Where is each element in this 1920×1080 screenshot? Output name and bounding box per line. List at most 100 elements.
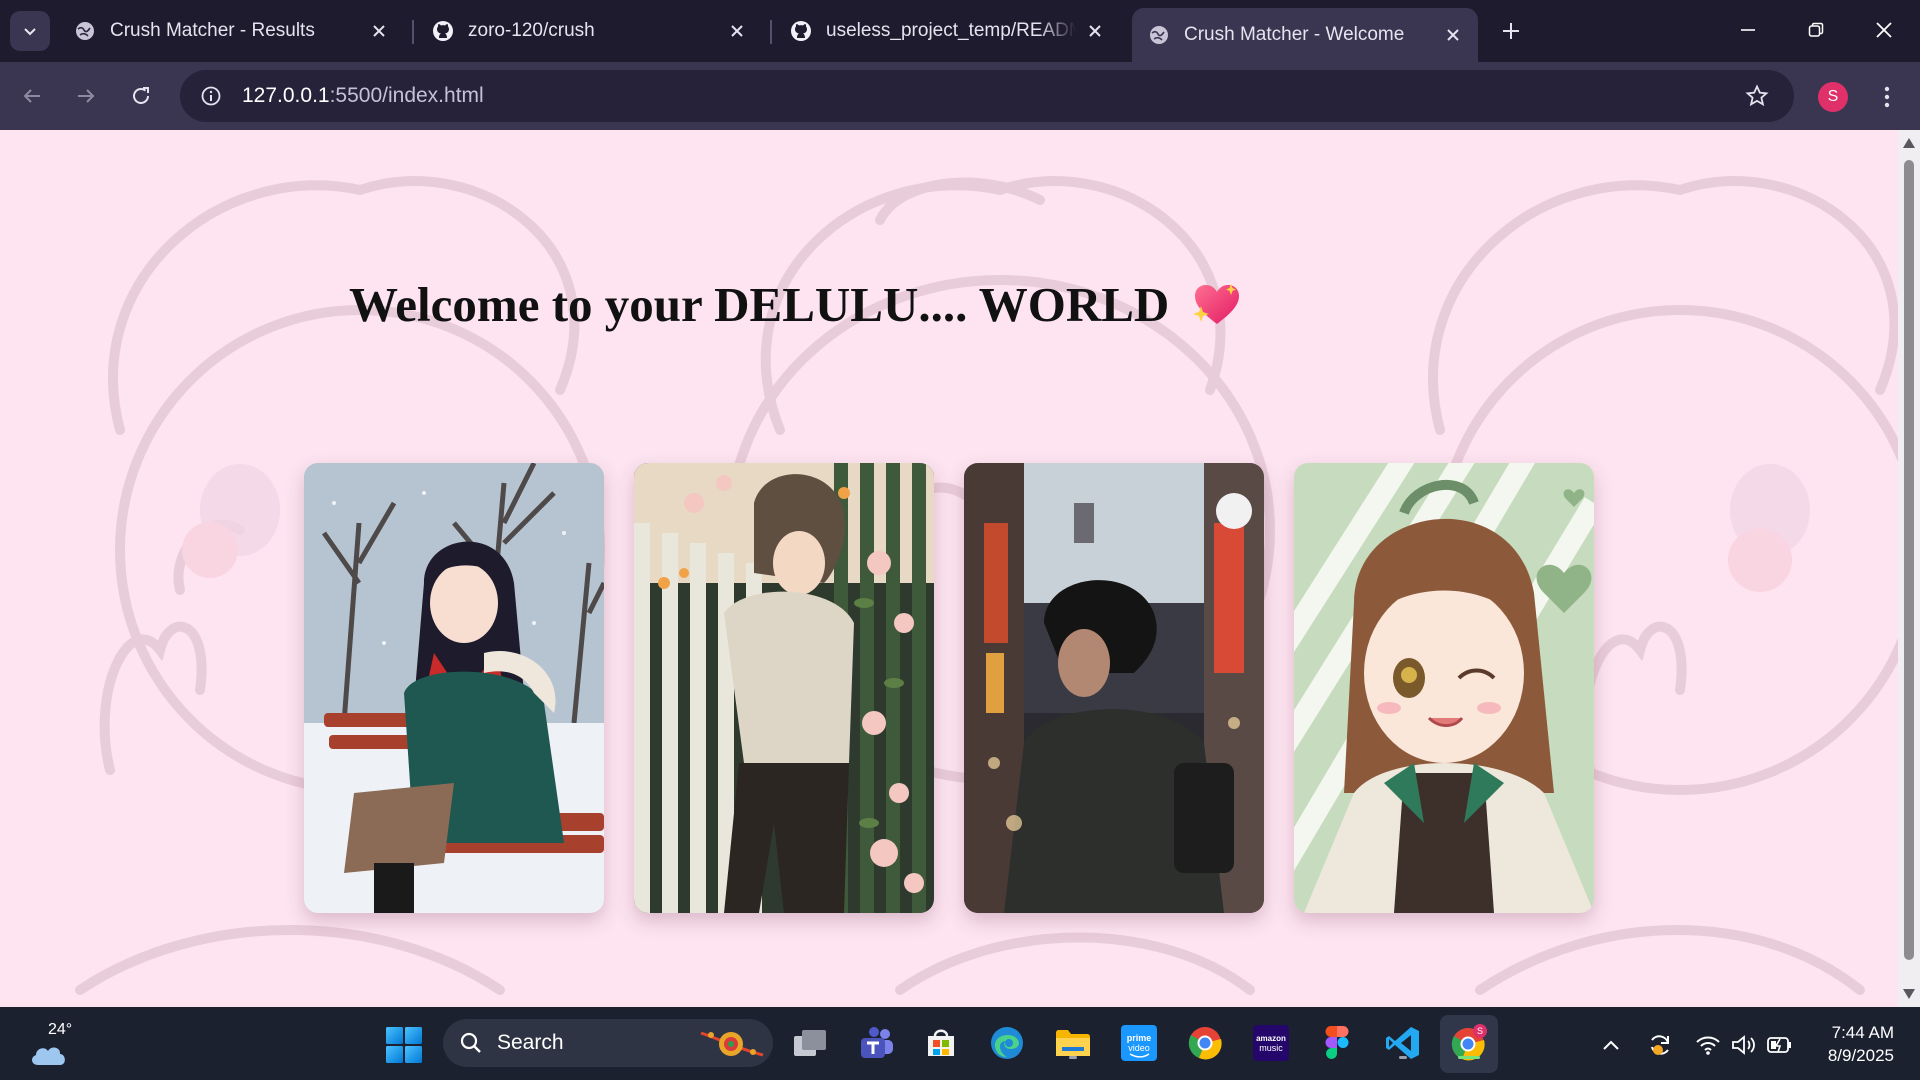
rakhi-doodle-icon (700, 1031, 764, 1057)
sparkling-heart-icon (1191, 282, 1243, 328)
character-card-city-boy[interactable] (964, 463, 1264, 913)
tab-title: useless_project_temp/README. (826, 20, 1076, 41)
bookmark-star-icon[interactable] (1740, 79, 1774, 113)
character-card-winking-girl[interactable] (1294, 463, 1594, 913)
minimize-button[interactable] (1714, 0, 1782, 60)
sync-icon (1651, 1035, 1669, 1055)
restore-icon (1808, 22, 1824, 37)
edge-icon (991, 1027, 1023, 1059)
anime-boy-flower-fence-image (634, 463, 934, 913)
taskbar-file-explorer[interactable] (1053, 1023, 1093, 1063)
tray-sync[interactable] (1646, 1031, 1674, 1059)
running-indicator (1069, 1056, 1077, 1059)
taskbar-task-view[interactable] (790, 1023, 830, 1063)
anime-boy-city-street-image (964, 463, 1264, 913)
task-view-icon (794, 1030, 826, 1056)
svg-text:music: music (1259, 1043, 1283, 1053)
start-button[interactable] (386, 1027, 422, 1068)
taskbar-prime-video[interactable]: prime video (1119, 1023, 1159, 1063)
taskbar-amazon-music[interactable]: amazon music (1251, 1023, 1291, 1063)
profile-avatar[interactable]: S (1818, 82, 1848, 112)
weather-widget[interactable]: 24° (26, 1021, 86, 1069)
welcome-heading: Welcome to your DELULU.... WORLD (349, 276, 1243, 333)
plus-icon (1503, 23, 1519, 39)
search-label: Search (497, 1031, 564, 1054)
tray-volume[interactable] (1730, 1031, 1758, 1059)
reload-button[interactable] (121, 76, 161, 116)
close-icon[interactable] (1084, 20, 1106, 42)
chevron-down-icon (24, 28, 36, 36)
site-info-icon[interactable] (194, 79, 228, 113)
active-indicator (1458, 1056, 1480, 1059)
tab-crush-matcher-welcome[interactable]: Crush Matcher - Welcome (1132, 8, 1478, 62)
character-card-winter-girl[interactable] (304, 463, 604, 913)
tab-crush-matcher-results[interactable]: Crush Matcher - Results (58, 8, 404, 54)
browser-menu-button[interactable] (1870, 78, 1904, 116)
forward-button[interactable] (66, 76, 106, 116)
browser-toolbar: 127.0.0.1:5500/index.html S (0, 62, 1920, 130)
chevron-up-icon (1603, 1040, 1619, 1050)
tab-separator (770, 20, 772, 44)
arrow-left-icon (23, 89, 40, 103)
tray-wifi[interactable] (1694, 1031, 1722, 1059)
teams-icon (861, 1027, 893, 1058)
anime-girl-winking-image (1294, 463, 1594, 913)
search-icon (460, 1032, 481, 1053)
restore-button[interactable] (1782, 0, 1850, 60)
character-card-fence-boy[interactable] (634, 463, 934, 913)
svg-text:amazon: amazon (1256, 1034, 1286, 1043)
reload-icon (133, 87, 149, 104)
figma-icon (1325, 1026, 1349, 1059)
taskbar-teams[interactable] (856, 1023, 896, 1063)
tab-separator (412, 20, 414, 44)
windows-logo-icon (386, 1027, 422, 1063)
taskbar-vscode[interactable] (1383, 1023, 1423, 1063)
url-host: 127.0.0.1 (242, 84, 330, 107)
volume-icon (1732, 1035, 1755, 1055)
tray-battery[interactable] (1766, 1031, 1794, 1059)
close-icon (1876, 22, 1892, 38)
close-icon[interactable] (726, 20, 748, 42)
scroll-down-arrow-icon[interactable] (1902, 987, 1916, 1001)
taskbar-microsoft-store[interactable] (921, 1023, 961, 1063)
globe-icon (74, 20, 96, 42)
back-button[interactable] (12, 76, 52, 116)
url-text: 127.0.0.1:5500/index.html (242, 84, 484, 108)
tab-title: Crush Matcher - Welcome (1184, 24, 1405, 45)
tab-strip: Crush Matcher - Results zoro-120/crush u… (0, 0, 1920, 62)
scroll-up-arrow-icon[interactable] (1902, 136, 1916, 150)
github-icon (790, 20, 812, 42)
store-icon (928, 1029, 954, 1056)
close-icon[interactable] (368, 20, 390, 42)
show-hidden-icons-button[interactable] (1597, 1031, 1625, 1059)
tab-search-button[interactable] (10, 11, 50, 51)
taskbar-chrome-profile[interactable]: S (1449, 1023, 1489, 1063)
kebab-menu-icon (1884, 86, 1890, 108)
taskbar-chrome[interactable] (1185, 1023, 1225, 1063)
github-icon (432, 20, 454, 42)
chrome-icon (1188, 1027, 1222, 1060)
battery-charging-icon (1767, 1037, 1791, 1053)
taskbar-clock[interactable]: 7:44 AM 8/9/2025 (1820, 1021, 1894, 1067)
close-window-button[interactable] (1850, 0, 1918, 60)
new-tab-button[interactable] (1494, 14, 1528, 48)
svg-text:video: video (1128, 1043, 1150, 1053)
close-icon[interactable] (1442, 24, 1464, 46)
chibi-background-pattern (75, 176, 1898, 995)
tab-useless-project-readme[interactable]: useless_project_temp/README. (774, 8, 1120, 54)
running-indicator (1399, 1056, 1407, 1059)
clock-time: 7:44 AM (1831, 1023, 1894, 1042)
windows-taskbar: 24° Search prime video amazon music S 7:… (0, 1007, 1920, 1080)
anime-girl-winter-bench-image (304, 463, 604, 913)
globe-icon (1148, 24, 1170, 46)
svg-text:S: S (1477, 1026, 1483, 1036)
taskbar-figma[interactable] (1317, 1023, 1357, 1063)
taskbar-search-box[interactable]: Search (443, 1019, 773, 1067)
page-scrollbar[interactable] (1898, 130, 1920, 1007)
tab-title: Crush Matcher - Results (110, 20, 315, 41)
tab-zoro-crush[interactable]: zoro-120/crush (416, 8, 762, 54)
taskbar-edge[interactable] (987, 1023, 1027, 1063)
address-bar[interactable]: 127.0.0.1:5500/index.html (180, 70, 1794, 122)
scrollbar-thumb[interactable] (1904, 160, 1914, 960)
prime-video-icon: primevideo (1121, 1025, 1157, 1061)
